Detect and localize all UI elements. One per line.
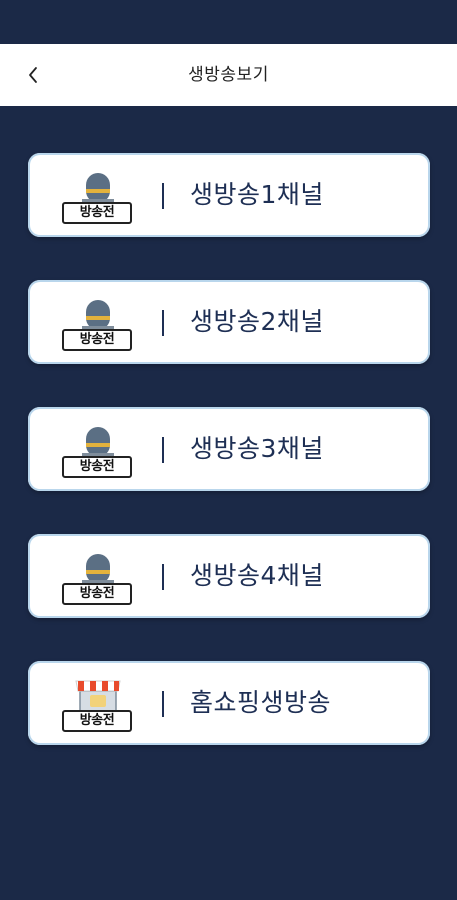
channel-status-icon: 방송전 — [60, 167, 136, 227]
microphone-icon — [82, 300, 114, 332]
channel-status-icon: 방송전 — [60, 294, 136, 354]
channel-label: 생방송4채널 — [190, 561, 324, 590]
channel-card-2[interactable]: 방송전 생방송2채널 — [28, 280, 430, 364]
broadcast-status-badge: 방송전 — [62, 583, 132, 605]
channel-label: 생방송1채널 — [190, 180, 324, 209]
channel-label: 생방송2채널 — [190, 307, 324, 336]
channel-list: 방송전 생방송1채널 방송전 생방송2채널 방송전 생방송3채널 방송전 생방송… — [28, 153, 430, 788]
microphone-icon — [82, 554, 114, 586]
channel-status-icon: 방송전 — [60, 548, 136, 608]
channel-label: 홈쇼핑생방송 — [190, 688, 332, 717]
app-header: 생방송보기 — [0, 44, 457, 106]
channel-card-1[interactable]: 방송전 생방송1채널 — [28, 153, 430, 237]
status-bar — [0, 0, 457, 44]
channel-card-home-shopping[interactable]: 방송전 홈쇼핑생방송 — [28, 661, 430, 745]
channel-label: 생방송3채널 — [190, 434, 324, 463]
broadcast-status-badge: 방송전 — [62, 710, 132, 732]
channel-status-icon: 방송전 — [60, 421, 136, 481]
broadcast-status-badge: 방송전 — [62, 456, 132, 478]
channel-card-4[interactable]: 방송전 생방송4채널 — [28, 534, 430, 618]
divider — [162, 691, 164, 717]
page-title: 생방송보기 — [188, 65, 269, 85]
broadcast-status-badge: 방송전 — [62, 329, 132, 351]
broadcast-status-badge: 방송전 — [62, 202, 132, 224]
channel-card-3[interactable]: 방송전 생방송3채널 — [28, 407, 430, 491]
channel-status-icon: 방송전 — [60, 675, 136, 735]
divider — [162, 310, 164, 336]
divider — [162, 183, 164, 209]
microphone-icon — [82, 173, 114, 205]
shop-icon — [75, 680, 121, 712]
divider — [162, 564, 164, 590]
microphone-icon — [82, 427, 114, 459]
divider — [162, 437, 164, 463]
